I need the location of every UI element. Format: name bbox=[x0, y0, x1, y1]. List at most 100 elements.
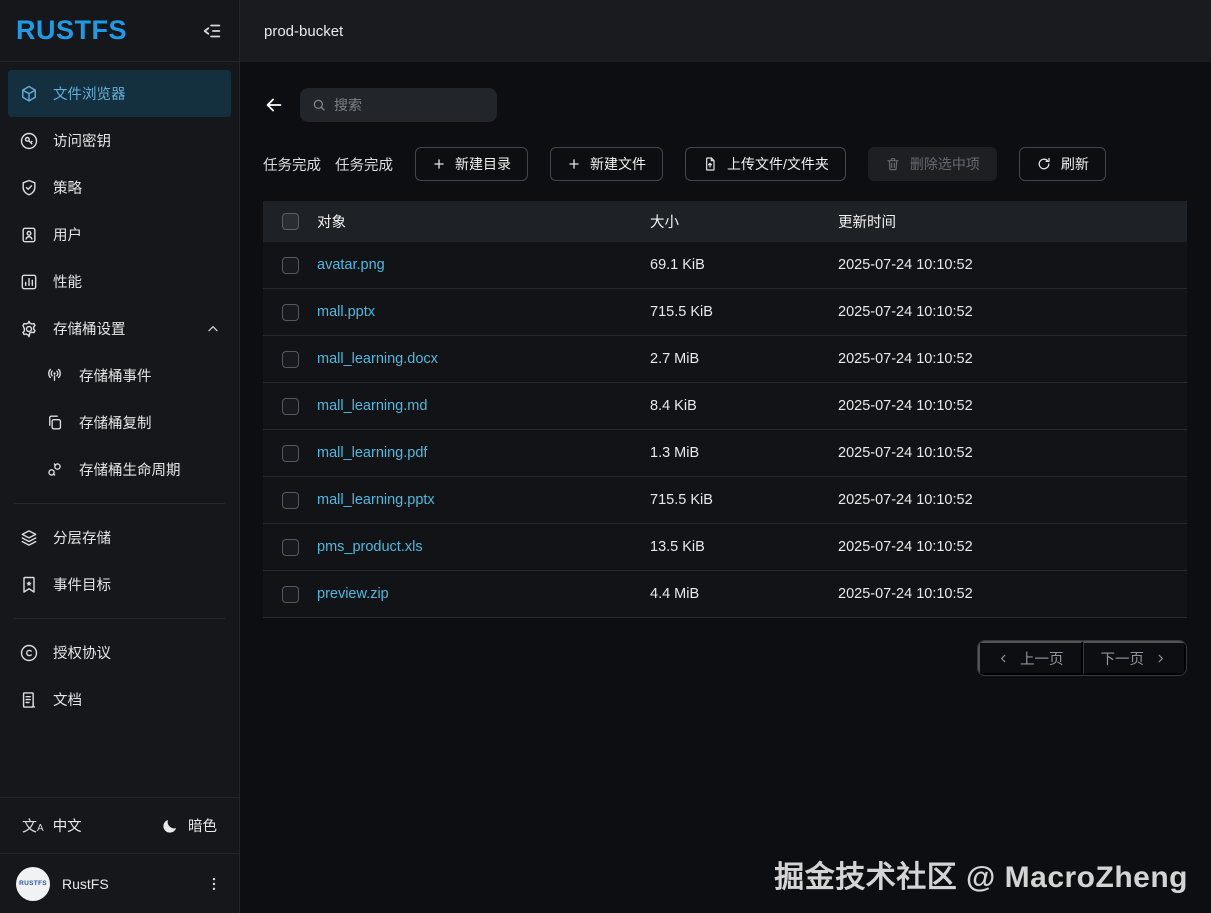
refresh-button[interactable]: 刷新 bbox=[1018, 147, 1106, 181]
row-checkbox[interactable] bbox=[281, 538, 299, 556]
account-menu-button[interactable] bbox=[205, 875, 223, 893]
collapse-sidebar-button[interactable] bbox=[201, 20, 223, 42]
next-page-label: 下一页 bbox=[1100, 651, 1145, 668]
back-button[interactable] bbox=[263, 94, 285, 116]
sidebar-item-bucket-events[interactable]: 存储桶事件 bbox=[8, 352, 231, 399]
table-row: preview.zip 4.4 MiB 2025-07-24 10:10:52 bbox=[263, 571, 1187, 618]
pagination-group: 上一页 下一页 bbox=[977, 640, 1187, 676]
sidebar: RUSTFS 文件浏览器 访问密钥 策略 用户 性能 存储桶设置 存储桶事件 存… bbox=[0, 0, 240, 913]
refresh-icon bbox=[1036, 156, 1052, 172]
content: 任务完成 任务完成 新建目录 新建文件 bbox=[240, 62, 1211, 913]
file-link[interactable]: mall_learning.md bbox=[317, 398, 650, 414]
plus-icon bbox=[567, 157, 581, 171]
sidebar-item-label: 性能 bbox=[53, 275, 82, 291]
translate-icon: 文A bbox=[22, 818, 44, 835]
row-checkbox[interactable] bbox=[281, 585, 299, 603]
delete-selected-label: 删除选中项 bbox=[909, 156, 980, 172]
row-checkbox[interactable] bbox=[281, 491, 299, 509]
column-header-updated: 更新时间 bbox=[838, 215, 896, 231]
new-file-button[interactable]: 新建文件 bbox=[550, 147, 663, 181]
row-checkbox[interactable] bbox=[281, 256, 299, 274]
sidebar-item-label: 存储桶生命周期 bbox=[79, 463, 181, 479]
file-link[interactable]: avatar.png bbox=[317, 257, 650, 273]
file-updated: 2025-07-24 10:10:52 bbox=[838, 445, 973, 461]
file-updated: 2025-07-24 10:10:52 bbox=[838, 398, 973, 414]
file-link[interactable]: mall_learning.pdf bbox=[317, 445, 650, 461]
objects-table: 对象 大小 更新时间 avatar.png 69.1 KiB 2025-07-2… bbox=[263, 201, 1187, 618]
sidebar-item-label: 分层存储 bbox=[53, 531, 111, 547]
sidebar-item-label: 用户 bbox=[53, 228, 82, 244]
table-body: avatar.png 69.1 KiB 2025-07-24 10:10:52 … bbox=[263, 242, 1187, 618]
file-link[interactable]: mall_learning.docx bbox=[317, 351, 650, 367]
chevron-left-icon bbox=[997, 652, 1010, 665]
sidebar-item-tiered-storage[interactable]: 分层存储 bbox=[8, 514, 231, 561]
row-checkbox[interactable] bbox=[281, 350, 299, 368]
new-directory-label: 新建目录 bbox=[455, 156, 511, 172]
sidebar-item-docs[interactable]: 文档 bbox=[8, 676, 231, 723]
logo-bar: RUSTFS bbox=[0, 0, 239, 62]
column-header-size: 大小 bbox=[650, 215, 679, 231]
sidebar-item-event-targets[interactable]: 事件目标 bbox=[8, 561, 231, 608]
file-size: 715.5 KiB bbox=[650, 304, 713, 320]
prev-page-button[interactable]: 上一页 bbox=[978, 641, 1083, 675]
sidebar-item-bucket-lifecycle[interactable]: 存储桶生命周期 bbox=[8, 446, 231, 493]
new-directory-button[interactable]: 新建目录 bbox=[415, 147, 528, 181]
prev-page-label: 上一页 bbox=[1020, 651, 1064, 668]
next-page-button[interactable]: 下一页 bbox=[1082, 641, 1186, 675]
theme-toggle[interactable]: 暗色 bbox=[161, 815, 217, 836]
sidebar-item-bucket-settings[interactable]: 存储桶设置 bbox=[8, 305, 231, 352]
sidebar-nav: 文件浏览器 访问密钥 策略 用户 性能 存储桶设置 存储桶事件 存储桶复制 存储… bbox=[0, 62, 239, 723]
pagination: 上一页 下一页 bbox=[263, 640, 1187, 676]
rustfs-logo: RUSTFS bbox=[16, 15, 127, 45]
sidebar-item-license[interactable]: 授权协议 bbox=[8, 629, 231, 676]
file-link[interactable]: preview.zip bbox=[317, 586, 650, 602]
theme-label: 暗色 bbox=[188, 819, 217, 835]
sidebar-item-file-browser[interactable]: 文件浏览器 bbox=[8, 70, 231, 117]
upload-button[interactable]: 上传文件/文件夹 bbox=[685, 147, 846, 181]
search-input[interactable] bbox=[334, 97, 486, 113]
table-row: mall_learning.pdf 1.3 MiB 2025-07-24 10:… bbox=[263, 430, 1187, 477]
file-size: 715.5 KiB bbox=[650, 492, 713, 508]
upload-label: 上传文件/文件夹 bbox=[727, 156, 829, 172]
collapse-sidebar-icon bbox=[201, 20, 223, 42]
row-checkbox[interactable] bbox=[281, 444, 299, 462]
table-row: mall_learning.docx 2.7 MiB 2025-07-24 10… bbox=[263, 336, 1187, 383]
cube-icon bbox=[19, 84, 39, 104]
watermark: 掘金技术社区 @ MacroZheng bbox=[774, 861, 1188, 894]
file-link[interactable]: pms_product.xls bbox=[317, 539, 650, 555]
file-size: 69.1 KiB bbox=[650, 257, 705, 273]
file-updated: 2025-07-24 10:10:52 bbox=[838, 304, 973, 320]
file-upload-icon bbox=[702, 156, 718, 172]
file-updated: 2025-07-24 10:10:52 bbox=[838, 586, 973, 602]
file-updated: 2025-07-24 10:10:52 bbox=[838, 492, 973, 508]
delete-selected-button[interactable]: 删除选中项 bbox=[867, 147, 997, 181]
file-link[interactable]: mall.pptx bbox=[317, 304, 650, 320]
file-link[interactable]: mall_learning.pptx bbox=[317, 492, 650, 508]
row-checkbox[interactable] bbox=[281, 303, 299, 321]
sidebar-item-label: 策略 bbox=[53, 181, 82, 197]
user-card-icon bbox=[19, 225, 39, 245]
broadcast-icon bbox=[45, 366, 65, 386]
account-row[interactable]: RUSTFS RustFS bbox=[0, 853, 239, 913]
avatar: RUSTFS bbox=[16, 866, 50, 901]
toolbar: 任务完成 任务完成 新建目录 新建文件 上传文件/文件夹 删除选中项 刷新 bbox=[263, 147, 1187, 181]
app-window: RUSTFS 文件浏览器 访问密钥 策略 用户 性能 存储桶设置 存储桶事件 存… bbox=[0, 0, 1211, 913]
sidebar-item-label: 文件浏览器 bbox=[53, 87, 126, 103]
sidebar-item-policies[interactable]: 策略 bbox=[8, 164, 231, 211]
main-area: prod-bucket 任务完成 任务完成 bbox=[240, 0, 1211, 913]
account-name: RustFS bbox=[62, 875, 109, 892]
sidebar-item-label: 存储桶设置 bbox=[53, 322, 126, 338]
select-all-checkbox[interactable] bbox=[281, 213, 299, 230]
document-icon bbox=[19, 690, 39, 710]
bookmark-star-icon bbox=[19, 575, 39, 595]
sidebar-item-users[interactable]: 用户 bbox=[8, 211, 231, 258]
sidebar-footer: 文A 中文 暗色 RUSTFS RustFS bbox=[0, 797, 239, 913]
language-switcher[interactable]: 文A 中文 bbox=[22, 815, 82, 836]
search-row bbox=[263, 88, 1187, 122]
row-checkbox[interactable] bbox=[281, 397, 299, 415]
file-size: 4.4 MiB bbox=[650, 586, 700, 602]
sidebar-item-bucket-replication[interactable]: 存储桶复制 bbox=[8, 399, 231, 446]
sidebar-item-access-keys[interactable]: 访问密钥 bbox=[8, 117, 231, 164]
sidebar-item-performance[interactable]: 性能 bbox=[8, 258, 231, 305]
gear-icon bbox=[19, 319, 39, 339]
